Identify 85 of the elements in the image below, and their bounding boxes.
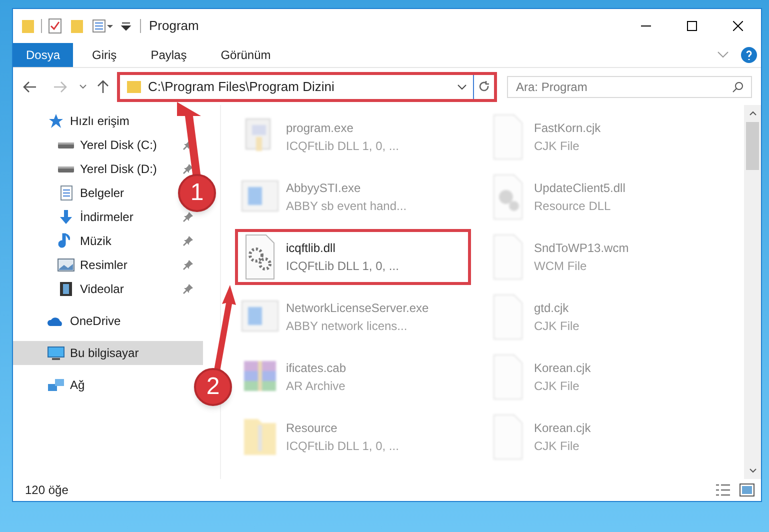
properties-check-icon[interactable] <box>48 18 62 34</box>
sidebar-label: Ağ <box>70 377 85 394</box>
view-dropdown-icon[interactable] <box>92 18 114 34</box>
sidebar-item[interactable]: Hızlı erişim <box>13 109 134 133</box>
file-name: Resource <box>286 420 338 437</box>
file-description: AR Archive <box>286 378 346 395</box>
file-description: Resource DLL <box>534 198 612 215</box>
recent-locations-chevron-icon[interactable] <box>79 84 87 90</box>
file-name: AbbyySTI.exe <box>286 180 362 197</box>
file-name: icqftlib.dll <box>286 240 336 257</box>
sidebar-label: Videolar <box>80 281 124 298</box>
monitor-icon <box>47 345 65 361</box>
sidebar-item[interactable]: Müzik <box>13 229 116 253</box>
large-icons-view-icon[interactable] <box>739 483 755 497</box>
file-description: CJK File <box>534 438 580 455</box>
file-description: ICQFtLib DLL 1, 0, ... <box>286 138 399 155</box>
address-path: C:\Program Files\Program Dizini <box>148 78 336 96</box>
file-name: Korean.cjk <box>534 420 591 437</box>
file-name: program.exe <box>286 120 354 137</box>
file-name: gtd.cjk <box>534 300 570 317</box>
expand-ribbon-chevron-icon[interactable] <box>717 51 729 59</box>
file-description: ICQFtLib DLL 1, 0, ... <box>286 258 399 275</box>
file-name: Korean.cjk <box>534 360 591 377</box>
sidebar-item[interactable]: Yerel Disk (D:) <box>13 157 161 181</box>
sidebar-item[interactable]: Ağ <box>13 373 89 397</box>
scrollbar-thumb[interactable] <box>746 122 759 170</box>
sidebar-item[interactable]: Bu bilgisayar <box>13 341 203 365</box>
window-title: Program <box>149 17 199 36</box>
address-field[interactable]: C:\Program Files\Program Dizini <box>117 72 497 102</box>
close-icon <box>733 21 743 31</box>
file-name: FastKorn.cjk <box>534 120 601 137</box>
status-item-count: 120 öğe <box>25 482 68 499</box>
file-name: NetworkLicenseServer.exe <box>286 300 429 317</box>
ribbon-tab[interactable]: Görünüm <box>208 43 284 67</box>
folder-icon <box>126 80 142 94</box>
search-field[interactable]: Ara: Program <box>507 76 752 98</box>
sidebar-item[interactable]: Yerel Disk (C:) <box>13 133 161 157</box>
star-icon <box>47 113 65 129</box>
sidebar-label: Bu bilgisayar <box>70 345 139 362</box>
file-description: ICQFtLib DLL 1, 0, ... <box>286 438 399 455</box>
file-description: WCM File <box>534 258 588 275</box>
sidebar-item[interactable]: İndirmeler <box>13 205 138 229</box>
ribbon-tab[interactable]: Dosya <box>13 43 74 67</box>
sidebar-label: Resimler <box>80 257 128 274</box>
drive-icon <box>58 166 74 172</box>
sidebar-label: OneDrive <box>70 313 121 330</box>
sidebar-label: Yerel Disk (C:) <box>80 137 157 154</box>
sidebar-label: Hızlı erişim <box>70 113 130 130</box>
up-arrow-icon[interactable] <box>97 80 109 94</box>
back-arrow-icon[interactable] <box>23 80 37 92</box>
help-icon[interactable] <box>741 47 757 63</box>
picture-icon <box>57 257 75 273</box>
sidebar-label: Müzik <box>80 233 112 250</box>
search-icon[interactable] <box>732 80 744 92</box>
file-name: UpdateClient5.dll <box>534 180 626 197</box>
scroll-up-chevron-icon[interactable] <box>748 111 756 116</box>
file-description: ABBY network licens... <box>286 318 408 335</box>
maximize-icon <box>687 21 697 31</box>
drive-icon <box>58 142 74 148</box>
file-item[interactable]: icqftlib.dll ICQFtLib DLL 1, 0, ... <box>235 229 471 285</box>
file-name: ificates.cab <box>286 360 346 377</box>
file-description: ABBY sb event hand... <box>286 198 407 215</box>
sidebar-item[interactable]: OneDrive <box>13 309 125 333</box>
file-description: CJK File <box>534 318 580 335</box>
minimize-icon <box>641 25 651 27</box>
scroll-down-chevron-icon[interactable] <box>748 468 756 473</box>
sidebar-item[interactable]: Videolar <box>13 277 128 301</box>
sidebar-item[interactable]: Belgeler <box>13 181 128 205</box>
folder-icon <box>21 18 35 34</box>
sidebar-label: Yerel Disk (D:) <box>80 161 157 178</box>
customize-toolbar-icon[interactable] <box>120 20 132 32</box>
file-description: CJK File <box>534 378 580 395</box>
ribbon-tab[interactable]: Giriş <box>79 43 130 67</box>
film-icon <box>57 281 75 297</box>
file-description: CJK File <box>534 138 580 155</box>
sidebar-label: Belgeler <box>80 185 124 202</box>
dropdown-chevron-icon[interactable] <box>457 84 467 90</box>
file-name: SndToWP13.wcm <box>534 240 629 257</box>
ribbon-tab[interactable]: Paylaş <box>138 43 200 67</box>
sidebar-label: İndirmeler <box>80 209 134 226</box>
sidebar-item[interactable]: Resimler <box>13 253 132 277</box>
scrollbar[interactable] <box>744 105 761 479</box>
download-arrow-icon <box>57 209 75 225</box>
network-icon <box>47 377 65 393</box>
details-view-icon[interactable] <box>715 483 731 497</box>
